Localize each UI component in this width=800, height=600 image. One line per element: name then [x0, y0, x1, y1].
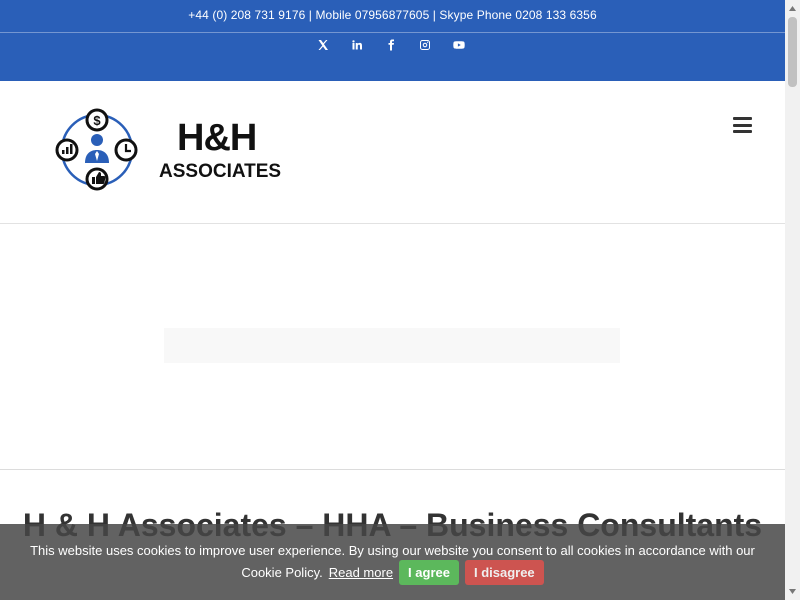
cookie-policy-label: Cookie Policy.: [241, 565, 323, 580]
logo-subtitle[interactable]: ASSOCIATES: [159, 161, 281, 183]
linkedin-icon[interactable]: [347, 37, 367, 53]
top-contact-bar: +44 (0) 208 731 9176 | Mobile 0795687760…: [0, 0, 785, 81]
disagree-button[interactable]: I disagree: [464, 560, 544, 585]
hero-placeholder-box: [164, 328, 620, 363]
facebook-icon[interactable]: [381, 37, 401, 53]
cookie-actions: Cookie Policy. Read more I agree I disag…: [0, 560, 785, 585]
social-links: [313, 37, 469, 53]
scroll-up-arrow-icon[interactable]: [785, 1, 800, 16]
agree-button[interactable]: I agree: [399, 560, 459, 585]
read-more-link[interactable]: Read more: [329, 565, 393, 580]
hamburger-menu-icon[interactable]: [733, 117, 752, 133]
scrollbar-thumb[interactable]: [788, 17, 797, 87]
contact-info: +44 (0) 208 731 9176 | Mobile 0795687760…: [188, 8, 597, 22]
youtube-icon[interactable]: [449, 37, 469, 53]
instagram-icon[interactable]: [415, 37, 435, 53]
scroll-down-arrow-icon[interactable]: [785, 584, 800, 599]
logo-title[interactable]: H&H: [177, 117, 257, 160]
site-header: $ H&H ASSOCIATES: [0, 81, 785, 224]
cookie-message: This website uses cookies to improve use…: [30, 543, 755, 558]
cookie-consent-bar: This website uses cookies to improve use…: [0, 524, 785, 600]
topbar-divider: [0, 32, 785, 33]
hero-section: [0, 224, 785, 470]
logo-icon[interactable]: $: [54, 107, 140, 193]
vertical-scrollbar[interactable]: [785, 0, 800, 600]
svg-text:$: $: [93, 113, 101, 128]
x-icon[interactable]: [313, 37, 333, 53]
